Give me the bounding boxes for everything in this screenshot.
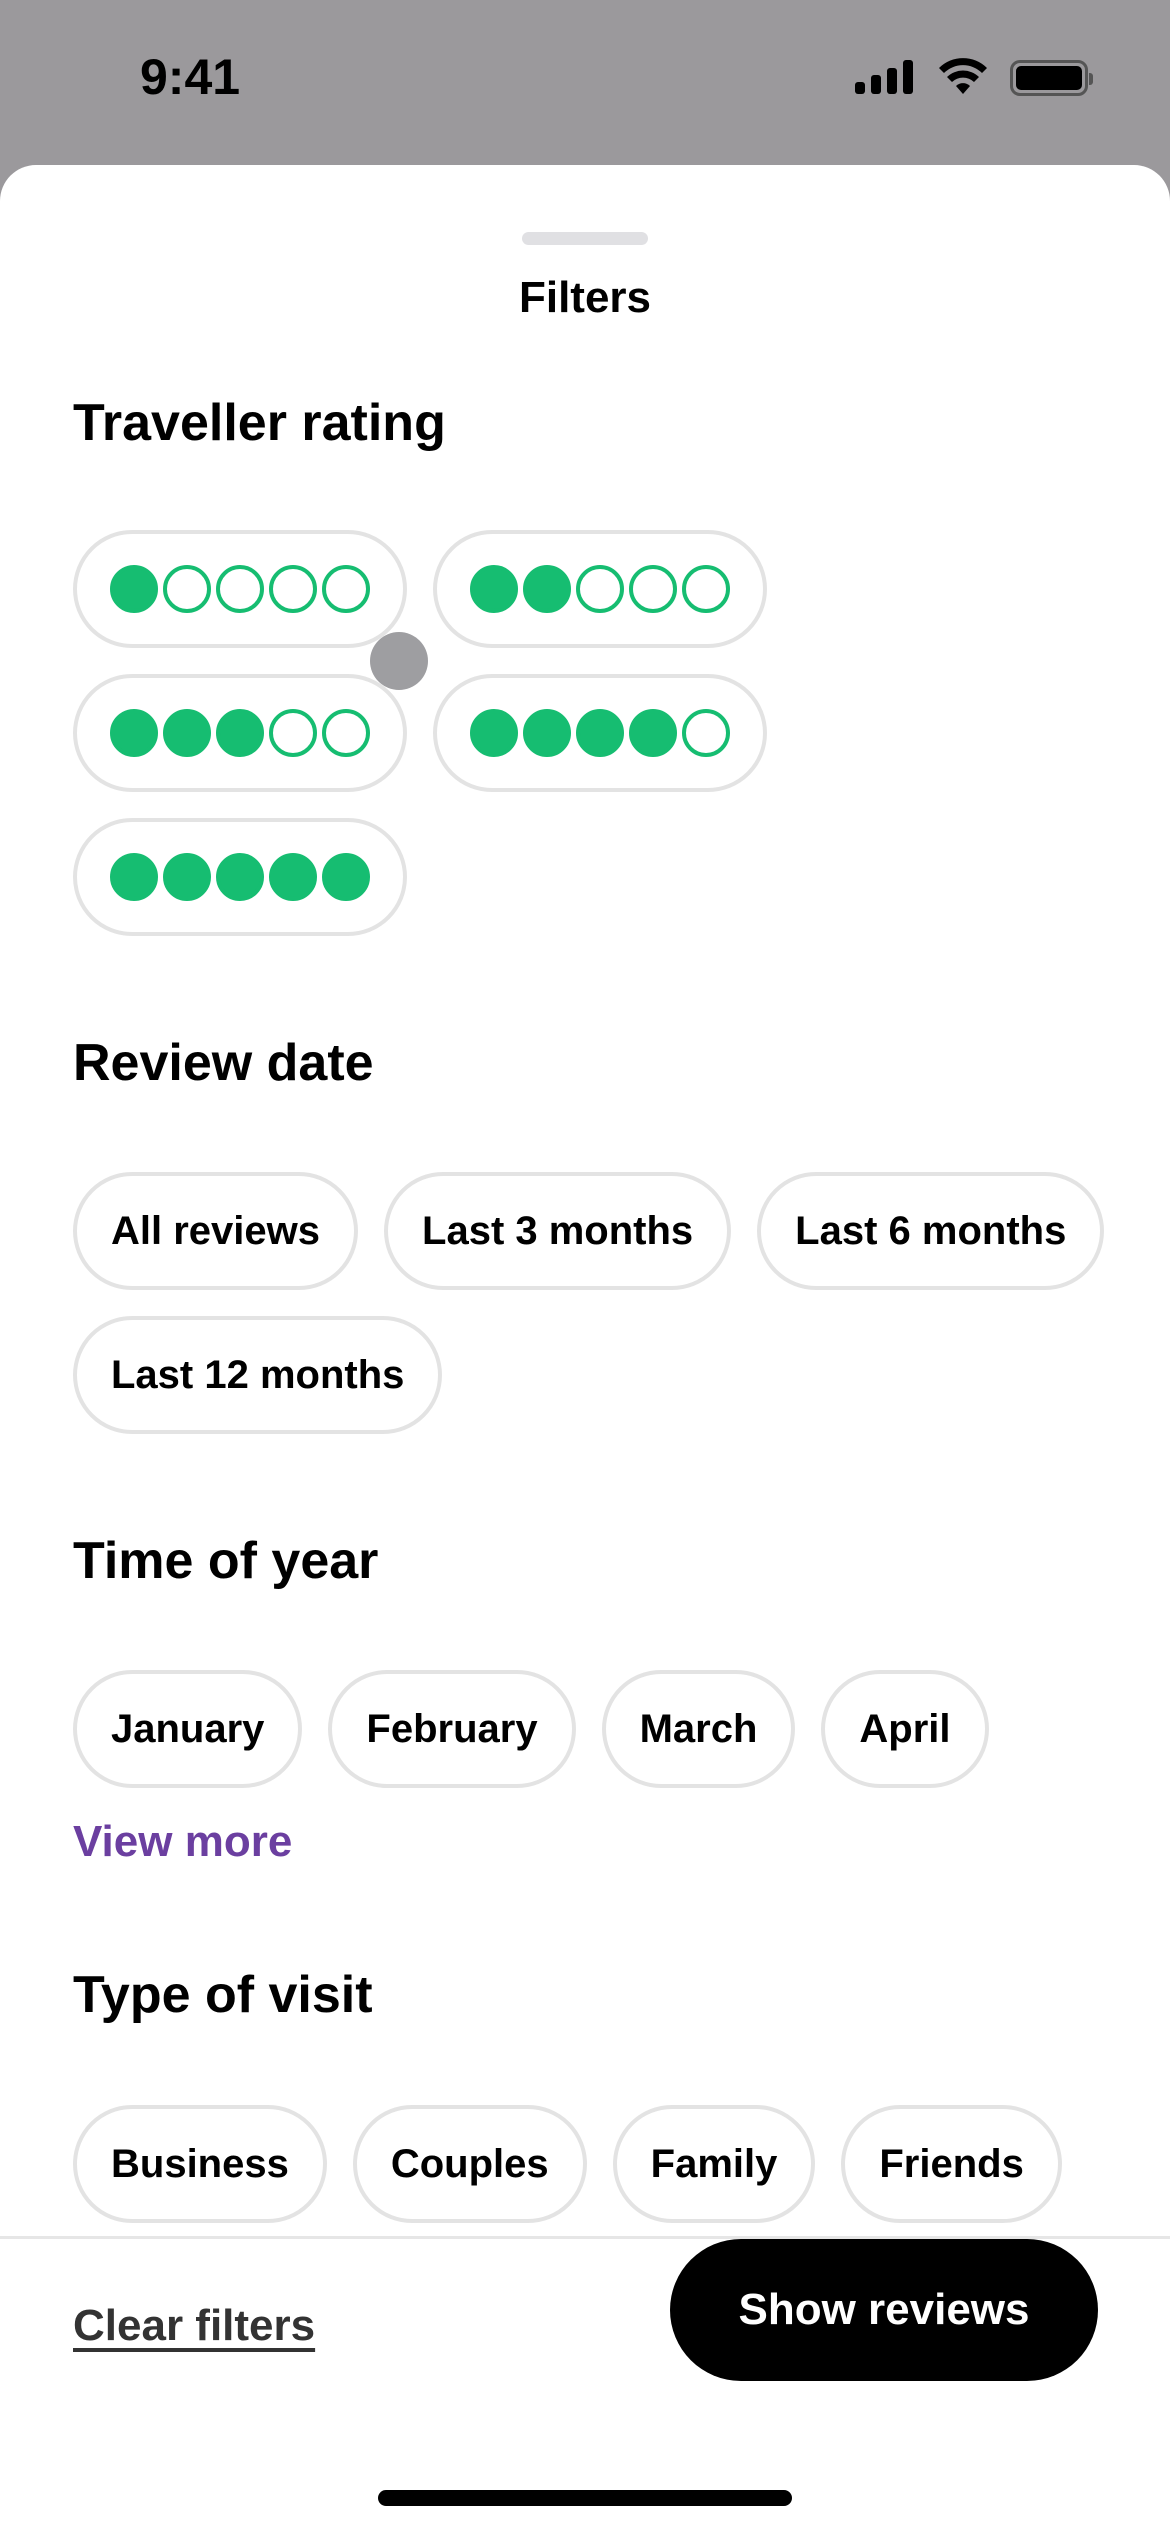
empty-bubble-icon [682, 709, 730, 757]
empty-bubble-icon [682, 565, 730, 613]
touch-indicator [370, 632, 428, 690]
time-of-year-title: Time of year [73, 1532, 379, 1590]
filled-bubble-icon [269, 853, 317, 901]
filled-bubble-icon [470, 565, 518, 613]
filled-bubble-icon [163, 709, 211, 757]
filled-bubble-icon [110, 565, 158, 613]
empty-bubble-icon [629, 565, 677, 613]
traveller-rating-options [73, 530, 773, 936]
review-date-chip[interactable]: Last 3 months [384, 1172, 732, 1290]
empty-bubble-icon [322, 709, 370, 757]
type-of-visit-title: Type of visit [73, 1966, 373, 2024]
filled-bubble-icon [163, 853, 211, 901]
filled-bubble-icon [216, 853, 264, 901]
sheet-title: Filters [518, 273, 652, 322]
filled-bubble-icon [523, 709, 571, 757]
filled-bubble-icon [110, 853, 158, 901]
review-date-options: All reviews Last 3 months Last 6 months Las… [73, 1172, 1113, 1434]
empty-bubble-icon [216, 565, 264, 613]
show-reviews-button[interactable]: Show reviews [670, 2239, 1098, 2381]
rating-4-chip[interactable] [433, 674, 767, 792]
filled-bubble-icon [216, 709, 264, 757]
rating-3-chip[interactable] [73, 674, 407, 792]
review-date-chip[interactable]: Last 12 months [73, 1316, 443, 1434]
rating-5-chip[interactable] [73, 818, 407, 936]
status-time: 9:41 [140, 49, 241, 105]
visit-type-chip[interactable]: Couples [352, 2105, 587, 2223]
filled-bubble-icon [110, 709, 158, 757]
visit-type-chip[interactable]: Family [612, 2105, 816, 2223]
month-chip[interactable]: March [601, 1670, 796, 1788]
battery-icon [1010, 60, 1093, 96]
rating-bubbles-icon [110, 853, 370, 901]
rating-bubbles-icon [470, 709, 730, 757]
home-indicator[interactable] [378, 2490, 792, 2506]
empty-bubble-icon [163, 565, 211, 613]
empty-bubble-icon [576, 565, 624, 613]
visit-type-chip[interactable]: Business [73, 2105, 327, 2223]
wifi-icon [939, 58, 987, 94]
month-chip[interactable]: April [821, 1670, 989, 1788]
rating-2-chip[interactable] [433, 530, 767, 648]
filled-bubble-icon [576, 709, 624, 757]
traveller-rating-title: Traveller rating [73, 394, 446, 452]
clear-filters-link[interactable]: Clear filters [73, 2301, 315, 2351]
filled-bubble-icon [523, 565, 571, 613]
type-of-visit-options: Business Couples Family Friends [73, 2105, 1113, 2223]
review-date-chip[interactable]: Last 6 months [757, 1172, 1105, 1290]
status-bar: 9:41 [0, 0, 1170, 150]
review-date-title: Review date [73, 1034, 374, 1092]
sheet-footer: Clear filters Show reviews [0, 2239, 1170, 2532]
rating-bubbles-icon [470, 565, 730, 613]
view-more-link[interactable]: View more [73, 1817, 292, 1867]
rating-bubbles-icon [110, 565, 370, 613]
time-of-year-options: January February March April [73, 1670, 1113, 1788]
filters-sheet: Filters Traveller rating Review date All… [0, 165, 1170, 2532]
rating-bubbles-icon [110, 709, 370, 757]
filled-bubble-icon [322, 853, 370, 901]
filled-bubble-icon [629, 709, 677, 757]
filled-bubble-icon [470, 709, 518, 757]
month-chip[interactable]: February [328, 1670, 576, 1788]
review-date-chip[interactable]: All reviews [73, 1172, 359, 1290]
empty-bubble-icon [269, 709, 317, 757]
empty-bubble-icon [269, 565, 317, 613]
sheet-grabber[interactable] [522, 232, 648, 245]
visit-type-chip[interactable]: Friends [841, 2105, 1062, 2223]
empty-bubble-icon [322, 565, 370, 613]
rating-1-chip[interactable] [73, 530, 407, 648]
month-chip[interactable]: January [73, 1670, 303, 1788]
cellular-signal-icon [855, 60, 913, 94]
